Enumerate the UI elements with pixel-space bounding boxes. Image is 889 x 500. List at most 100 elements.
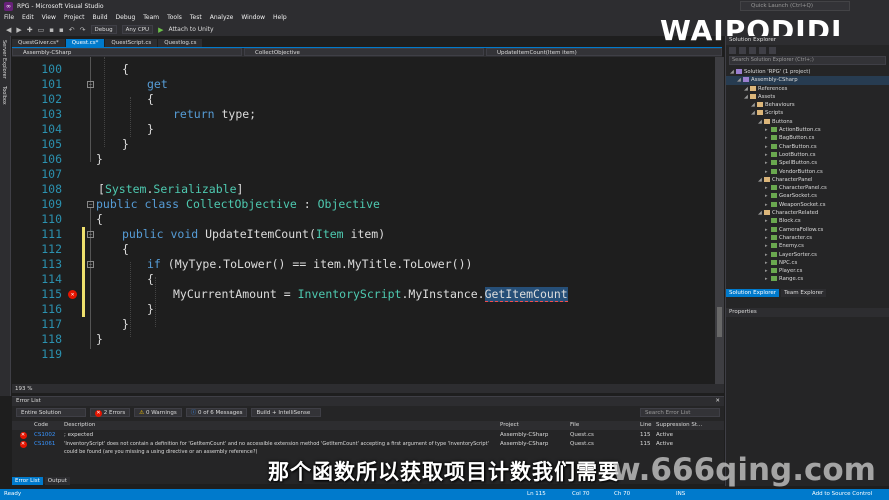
- menu-help[interactable]: Help: [273, 14, 287, 21]
- tree-item[interactable]: ▸ CharacterPanel.cs: [726, 184, 889, 192]
- build-filter-dropdown[interactable]: Build + IntelliSense: [251, 408, 322, 417]
- tree-item[interactable]: ▸ Block.cs: [726, 217, 889, 225]
- menu-project[interactable]: Project: [64, 14, 85, 21]
- warnings-filter-button[interactable]: ⚠ 0 Warnings: [134, 408, 182, 417]
- close-icon[interactable]: ✕: [715, 397, 720, 406]
- menu-view[interactable]: View: [42, 14, 56, 21]
- zoom-level[interactable]: 193 %: [15, 386, 32, 392]
- home-icon[interactable]: [729, 46, 736, 54]
- code-line: 102{: [41, 92, 154, 106]
- tree-item[interactable]: ▸ Enemy.cs: [726, 242, 889, 250]
- tree-item[interactable]: ◢ Behaviours: [726, 101, 889, 109]
- configuration-dropdown[interactable]: Debug: [90, 25, 117, 34]
- save-all-icon[interactable]: ▪: [59, 26, 64, 34]
- csharp-file-icon: [771, 127, 777, 133]
- tree-item[interactable]: ▸ Character.cs: [726, 234, 889, 242]
- csharp-file-icon: [771, 268, 777, 274]
- folder-icon: [736, 69, 742, 74]
- class-dropdown[interactable]: CollectObjective: [244, 48, 484, 56]
- menu-file[interactable]: File: [4, 14, 14, 21]
- menu-debug[interactable]: Debug: [116, 14, 136, 21]
- menu-analyze[interactable]: Analyze: [210, 14, 234, 21]
- tab-questgiver[interactable]: QuestGiver.cs*: [12, 39, 65, 47]
- undo-icon[interactable]: ↶: [69, 26, 75, 34]
- tree-item-label: WeaponSocket.cs: [779, 201, 826, 208]
- tab-quest[interactable]: Quest.cs*: [65, 39, 105, 47]
- editor-scrollbar[interactable]: [715, 57, 724, 384]
- tab-questscript[interactable]: QuestScript.cs: [105, 39, 158, 47]
- quick-launch-input[interactable]: Quick Launch (Ctrl+Q): [740, 1, 850, 11]
- open-folder-icon[interactable]: ▭: [38, 26, 45, 34]
- sync-icon[interactable]: [739, 46, 746, 54]
- messages-filter-button[interactable]: ⓘ 0 of 6 Messages: [185, 408, 248, 417]
- forward-icon[interactable]: ▶: [16, 26, 21, 34]
- new-project-icon[interactable]: ✚: [27, 26, 33, 34]
- tree-item[interactable]: ◢ Buttons: [726, 118, 889, 126]
- tab-error-list[interactable]: Error List: [12, 477, 43, 485]
- member-dropdown[interactable]: UpdateItemCount(Item item): [486, 48, 722, 56]
- tree-item[interactable]: ▸ Range.cs: [726, 275, 889, 283]
- tree-item[interactable]: ▸ GearSocket.cs: [726, 192, 889, 200]
- collapse-all-icon[interactable]: [759, 46, 766, 54]
- tab-output[interactable]: Output: [44, 477, 70, 485]
- tree-item-label: Range.cs: [779, 276, 804, 283]
- tree-item[interactable]: ▸ Player.cs: [726, 267, 889, 275]
- refresh-icon[interactable]: [749, 46, 756, 54]
- tree-item[interactable]: ◢ Scripts: [726, 109, 889, 117]
- menu-build[interactable]: Build: [92, 14, 107, 21]
- tree-item[interactable]: ▸ SpellButton.cs: [726, 159, 889, 167]
- tree-item[interactable]: ◢ References: [726, 85, 889, 93]
- scope-dropdown[interactable]: Entire Solution: [16, 408, 86, 417]
- folder-icon: [750, 85, 756, 91]
- menu-window[interactable]: Window: [241, 14, 265, 21]
- tree-item[interactable]: ▸ WeaponSocket.cs: [726, 201, 889, 209]
- tree-item[interactable]: ▸ ActionButton.cs: [726, 126, 889, 134]
- tab-team-explorer[interactable]: Team Explorer: [781, 289, 827, 297]
- code-editor[interactable]: 100{ 101− get 102{ 103 return type; 104} 1…: [12, 57, 715, 384]
- menu-tools[interactable]: Tools: [167, 14, 182, 21]
- properties-icon[interactable]: [769, 46, 776, 54]
- error-row[interactable]: ✕ CS1002; expected Assembly-CSharp Quest.cs…: [12, 431, 724, 439]
- tab-questlog[interactable]: Questlog.cs: [158, 39, 203, 47]
- tree-item[interactable]: ▸ LayerSorter.cs: [726, 251, 889, 259]
- toolbox-tab[interactable]: Toolbox: [1, 86, 7, 105]
- menu-team[interactable]: Team: [143, 14, 159, 21]
- error-search-input[interactable]: Search Error List: [640, 408, 720, 417]
- code-line: 101− get: [41, 77, 168, 91]
- tree-item[interactable]: ▸ CameraFollow.cs: [726, 226, 889, 234]
- solution-explorer-panel: Solution Explorer Search Solution Explor…: [725, 36, 889, 486]
- tree-item-label: Character.cs: [779, 234, 813, 241]
- menu-test[interactable]: Test: [190, 14, 202, 21]
- csharp-file-icon: [771, 201, 777, 207]
- tree-item[interactable]: ▸ CharButton.cs: [726, 143, 889, 151]
- tab-solution-explorer[interactable]: Solution Explorer: [726, 289, 780, 297]
- folder-icon: [764, 176, 770, 182]
- csharp-file-icon: [771, 251, 777, 257]
- tree-item[interactable]: ▸ NPC.cs: [726, 259, 889, 267]
- save-icon[interactable]: ▪: [49, 26, 54, 34]
- code-line: 111− public void UpdateItemCount(Item ite…: [41, 227, 386, 242]
- menu-edit[interactable]: Edit: [22, 14, 34, 21]
- solution-search-input[interactable]: Search Solution Explorer (Ctrl+;): [729, 56, 886, 65]
- tree-item[interactable]: ◢ Assets: [726, 93, 889, 101]
- scroll-thumb[interactable]: [717, 307, 722, 337]
- errors-filter-button[interactable]: ✕ 2 Errors: [90, 408, 131, 417]
- redo-icon[interactable]: ↷: [80, 26, 86, 34]
- tree-item[interactable]: ◢ Solution 'RPG' (1 project): [726, 68, 889, 76]
- tree-item[interactable]: ▸ VendorButton.cs: [726, 168, 889, 176]
- tree-item[interactable]: ◢ Assembly-CSharp: [726, 76, 889, 85]
- solution-tree: ◢ Solution 'RPG' (1 project) ◢ Assembly-CSh…: [726, 66, 889, 284]
- tree-item[interactable]: ▸ LootButton.cs: [726, 151, 889, 159]
- tree-item[interactable]: ▸ BagButton.cs: [726, 134, 889, 142]
- attach-to-unity-button[interactable]: Attach to Unity: [168, 26, 213, 33]
- tree-item[interactable]: ◢ CharacterPanel: [726, 176, 889, 184]
- tree-item[interactable]: ◢ CharacterRelated: [726, 209, 889, 217]
- add-to-source-control[interactable]: Add to Source Control: [812, 489, 872, 500]
- start-icon[interactable]: ▶: [158, 26, 163, 34]
- tree-item-label: Assembly-CSharp: [751, 77, 798, 84]
- project-dropdown[interactable]: Assembly-CSharp: [12, 48, 242, 56]
- back-icon[interactable]: ◀: [6, 26, 11, 34]
- platform-dropdown[interactable]: Any CPU: [121, 25, 154, 34]
- tree-item-label: Block.cs: [779, 218, 801, 225]
- server-explorer-tab[interactable]: Server Explorer: [1, 40, 7, 79]
